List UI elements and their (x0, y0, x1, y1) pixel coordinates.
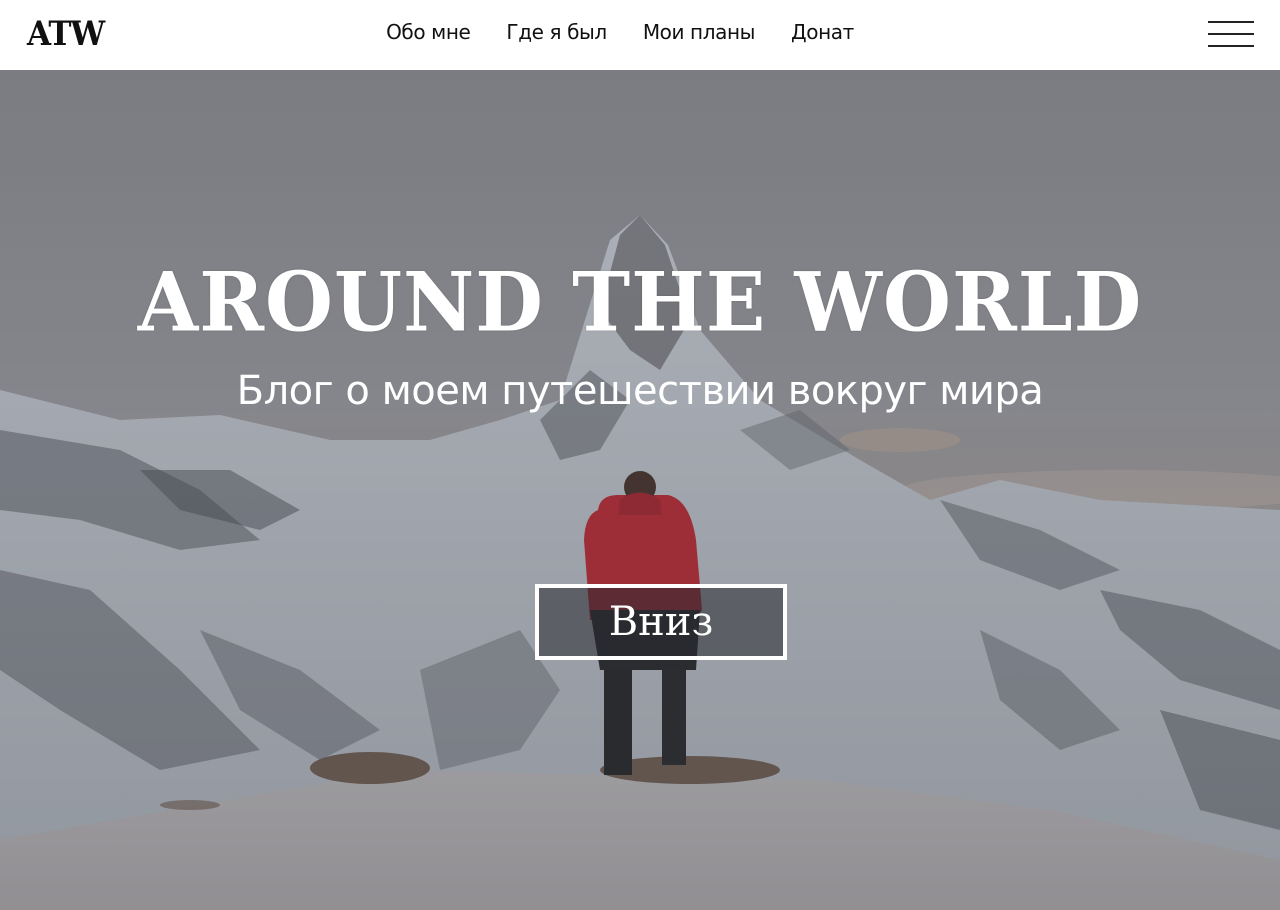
nav-link-visited[interactable]: Где я был (506, 18, 607, 48)
hero-subtitle: Блог о моем путешествии вокруг мира (236, 368, 1044, 414)
hero-dark-overlay (0, 70, 1280, 910)
hamburger-menu-icon[interactable] (1208, 21, 1254, 47)
hero-section: AROUND THE WORLD Блог о моем путешествии… (0, 70, 1280, 910)
hamburger-line (1208, 21, 1254, 23)
scroll-down-button[interactable]: Вниз (535, 584, 787, 660)
hero-title: AROUND THE WORLD (137, 254, 1143, 351)
nav-link-donate[interactable]: Донат (791, 18, 854, 48)
main-nav: Обо мне Где я был Мои планы Донат (0, 18, 1280, 48)
site-header: ATW Обо мне Где я был Мои планы Донат (0, 0, 1280, 70)
nav-link-about[interactable]: Обо мне (386, 18, 471, 48)
nav-link-plans[interactable]: Мои планы (643, 18, 756, 48)
hamburger-line (1208, 45, 1254, 47)
hamburger-line (1208, 33, 1254, 35)
